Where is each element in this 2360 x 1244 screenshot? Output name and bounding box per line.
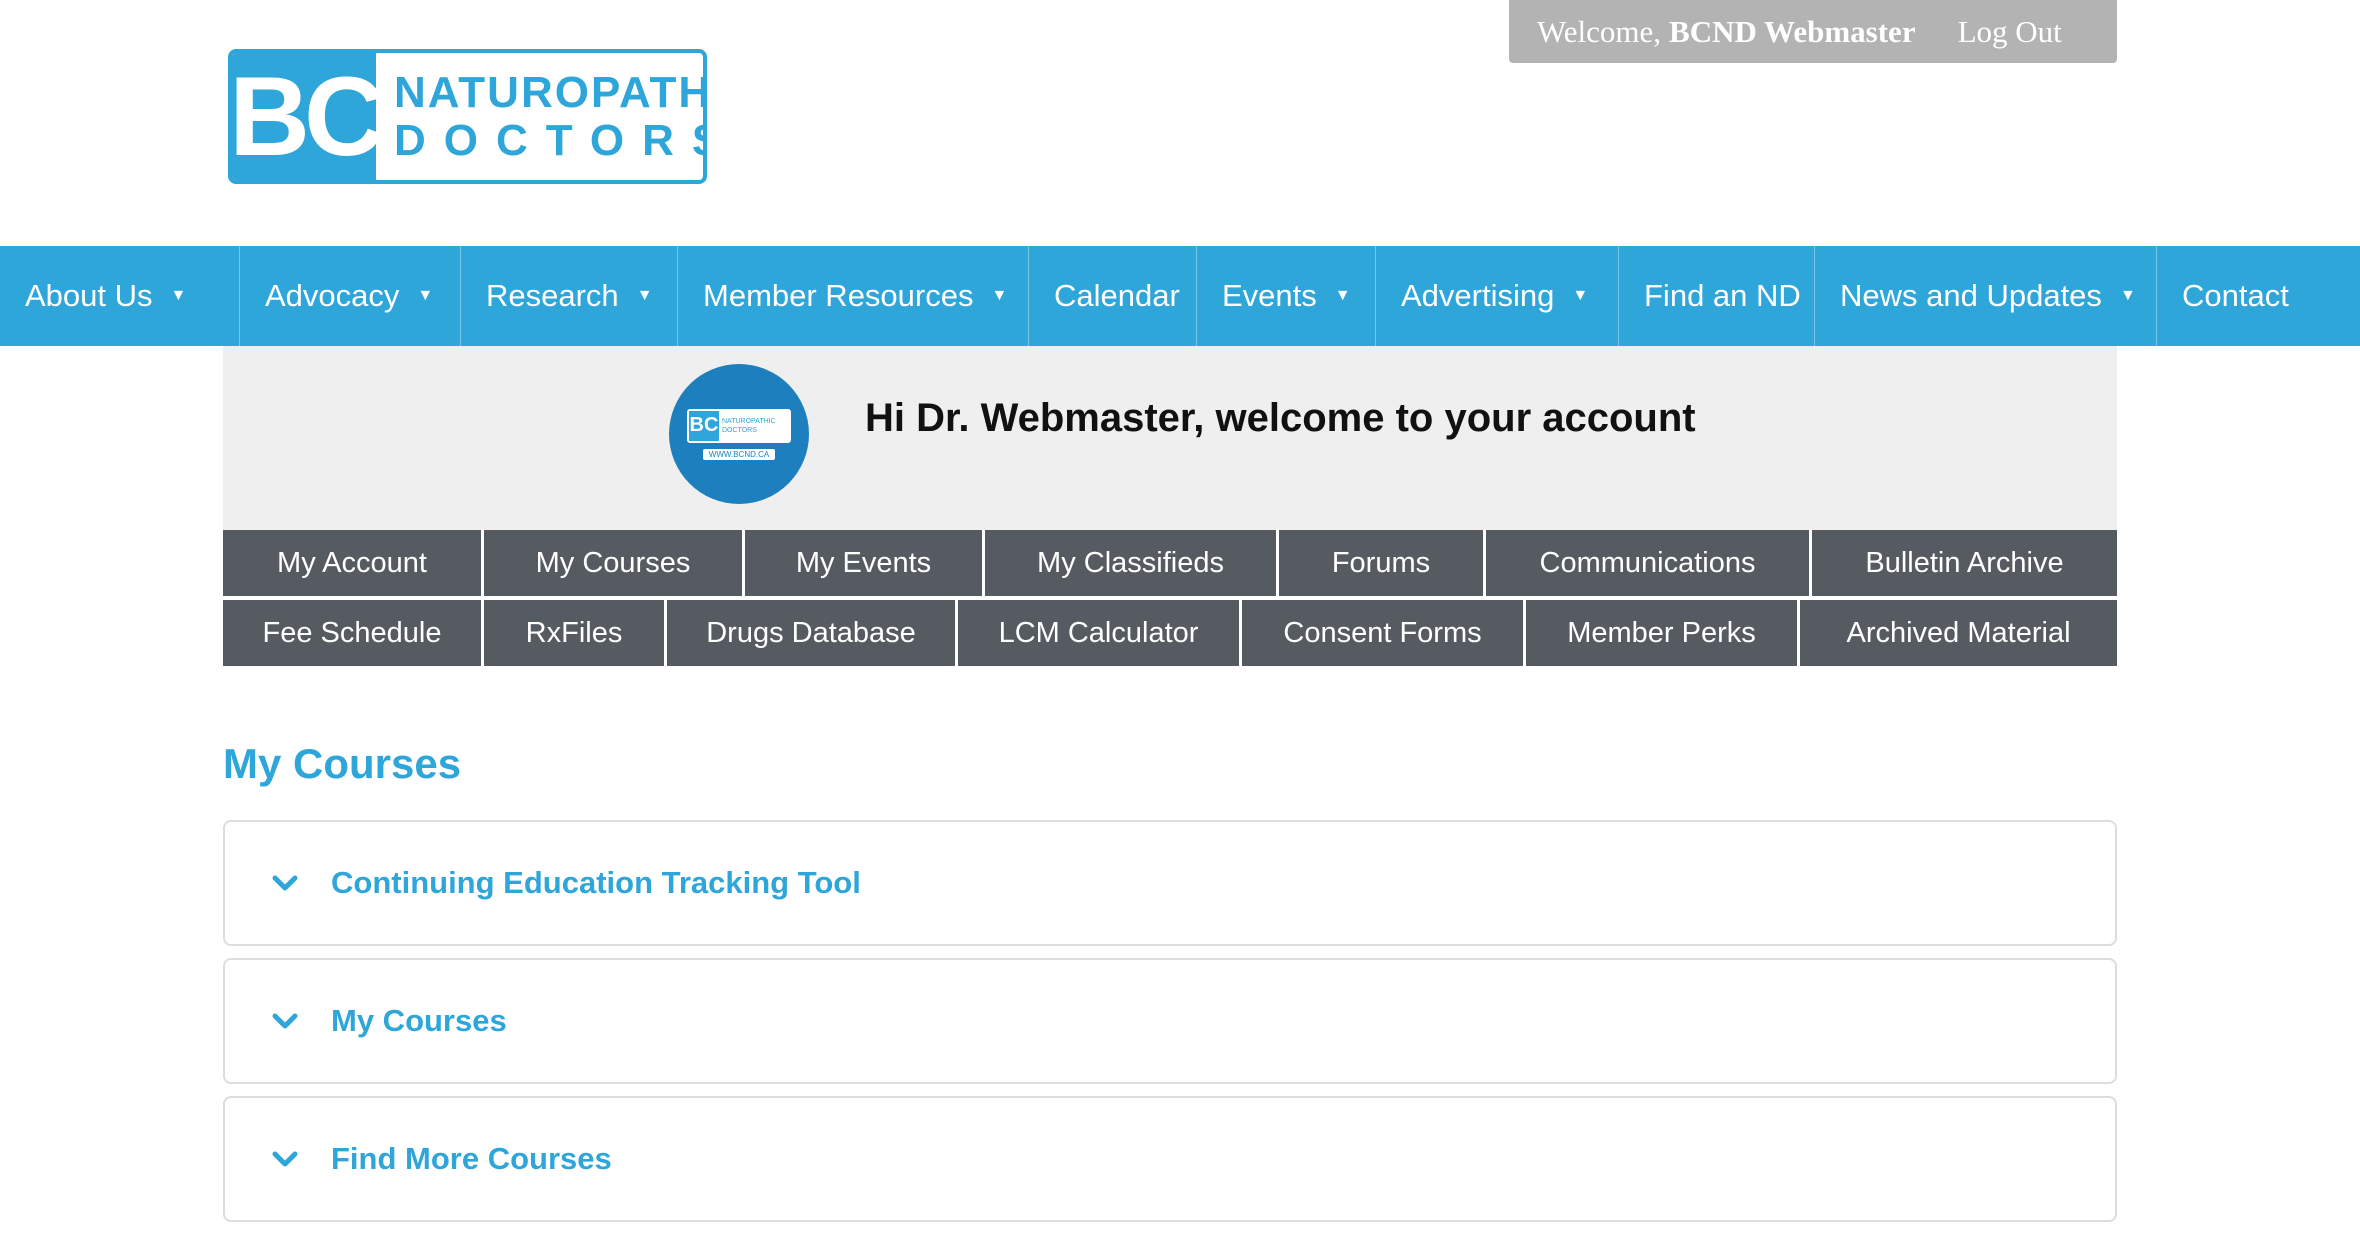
nav-news-and-updates[interactable]: News and Updates ▼	[1815, 246, 2157, 346]
welcome-prefix: Welcome,	[1537, 13, 1662, 49]
avatar-logo-line2: DOCTORS	[722, 426, 757, 434]
nav-calendar[interactable]: Calendar	[1029, 246, 1197, 346]
chevron-down-icon	[271, 869, 299, 897]
avatar: BC NATUROPATHIC DOCTORS WWW.BCND.CA	[669, 364, 809, 504]
tab-rxfiles[interactable]: RxFiles	[484, 600, 664, 666]
section-title: My Courses	[223, 740, 462, 787]
nav-label: Contact	[2182, 278, 2289, 313]
nav-advocacy[interactable]: Advocacy ▼	[240, 246, 461, 346]
nav-label: Advertising	[1401, 278, 1555, 313]
nav-contact[interactable]: Contact	[2157, 246, 2340, 346]
avatar-logo-icon: BC NATUROPATHIC DOCTORS	[687, 408, 791, 443]
avatar-url: WWW.BCND.CA	[702, 448, 776, 460]
main-nav: About Us ▼ Advocacy ▼ Research ▼ Member …	[0, 246, 2360, 346]
account-header: BC NATUROPATHIC DOCTORS WWW.BCND.CA Hi D…	[223, 346, 2117, 530]
account-tabs-row-2: Fee Schedule RxFiles Drugs Database LCM …	[223, 600, 2117, 666]
avatar-logo-line1: NATUROPATHIC	[722, 417, 776, 425]
caret-down-icon: ▼	[1572, 287, 1589, 304]
tab-consent-forms[interactable]: Consent Forms	[1242, 600, 1523, 666]
logo-wordmark: NATUROPATHIC DOCTORS	[376, 53, 707, 180]
site-logo[interactable]: BC NATUROPATHIC DOCTORS	[228, 49, 707, 184]
nav-label: Events	[1222, 278, 1317, 313]
caret-down-icon: ▼	[417, 287, 434, 304]
caret-down-icon: ▼	[636, 287, 653, 304]
nav-advertising[interactable]: Advertising ▼	[1376, 246, 1619, 346]
tab-lcm-calculator[interactable]: LCM Calculator	[958, 600, 1239, 666]
logo-line-doctors: DOCTORS	[394, 115, 707, 165]
logo-initials: BC	[229, 53, 385, 180]
account-greeting: Hi Dr. Webmaster, welcome to your accoun…	[865, 396, 1696, 440]
tab-communications[interactable]: Communications	[1486, 530, 1809, 596]
nav-label: Member Resources	[703, 278, 974, 313]
tab-fee-schedule[interactable]: Fee Schedule	[223, 600, 481, 666]
nav-about-us[interactable]: About Us ▼	[0, 246, 240, 346]
nav-label: Calendar	[1054, 278, 1180, 313]
account-tabs-row-1: My Account My Courses My Events My Class…	[223, 530, 2117, 596]
nav-label: About Us	[25, 278, 153, 313]
nav-member-resources[interactable]: Member Resources ▼	[678, 246, 1029, 346]
accordion-find-more-courses[interactable]: Find More Courses	[223, 1096, 2117, 1222]
avatar-logo-text: NATUROPATHIC DOCTORS	[719, 411, 789, 441]
chevron-down-icon	[271, 1145, 299, 1173]
welcome-bar: Welcome, BCND Webmaster Log Out	[1509, 0, 2117, 63]
accordion-label: Find More Courses	[331, 1141, 612, 1176]
tab-my-events[interactable]: My Events	[745, 530, 982, 596]
tab-forums[interactable]: Forums	[1279, 530, 1483, 596]
nav-find-an-nd[interactable]: Find an ND	[1619, 246, 1815, 346]
logo-line-naturopathic: NATUROPATHIC	[394, 67, 703, 117]
avatar-logo-initials: BC	[689, 410, 719, 441]
logout-link[interactable]: Log Out	[1958, 14, 2062, 50]
nav-events[interactable]: Events ▼	[1197, 246, 1376, 346]
tab-my-classifieds[interactable]: My Classifieds	[985, 530, 1276, 596]
welcome-username: BCND Webmaster	[1669, 13, 1916, 49]
tab-drugs-database[interactable]: Drugs Database	[667, 600, 955, 666]
accordion-label: My Courses	[331, 1003, 507, 1038]
tab-bulletin-archive[interactable]: Bulletin Archive	[1812, 530, 2117, 596]
accordion-label: Continuing Education Tracking Tool	[331, 865, 861, 900]
caret-down-icon: ▼	[170, 287, 187, 304]
nav-label: Find an ND	[1644, 278, 1801, 313]
nav-label: News and Updates	[1840, 278, 2102, 313]
nav-research[interactable]: Research ▼	[461, 246, 678, 346]
nav-label: Research	[486, 278, 619, 313]
tab-my-courses[interactable]: My Courses	[484, 530, 742, 596]
accordion-my-courses[interactable]: My Courses	[223, 958, 2117, 1084]
chevron-down-icon	[271, 1007, 299, 1035]
tab-archived-material[interactable]: Archived Material	[1800, 600, 2117, 666]
caret-down-icon: ▼	[2119, 287, 2136, 304]
tab-member-perks[interactable]: Member Perks	[1526, 600, 1797, 666]
caret-down-icon: ▼	[1334, 287, 1351, 304]
nav-label: Advocacy	[265, 278, 400, 313]
tab-my-account[interactable]: My Account	[223, 530, 481, 596]
accordion-continuing-education[interactable]: Continuing Education Tracking Tool	[223, 820, 2117, 946]
caret-down-icon: ▼	[991, 287, 1008, 304]
